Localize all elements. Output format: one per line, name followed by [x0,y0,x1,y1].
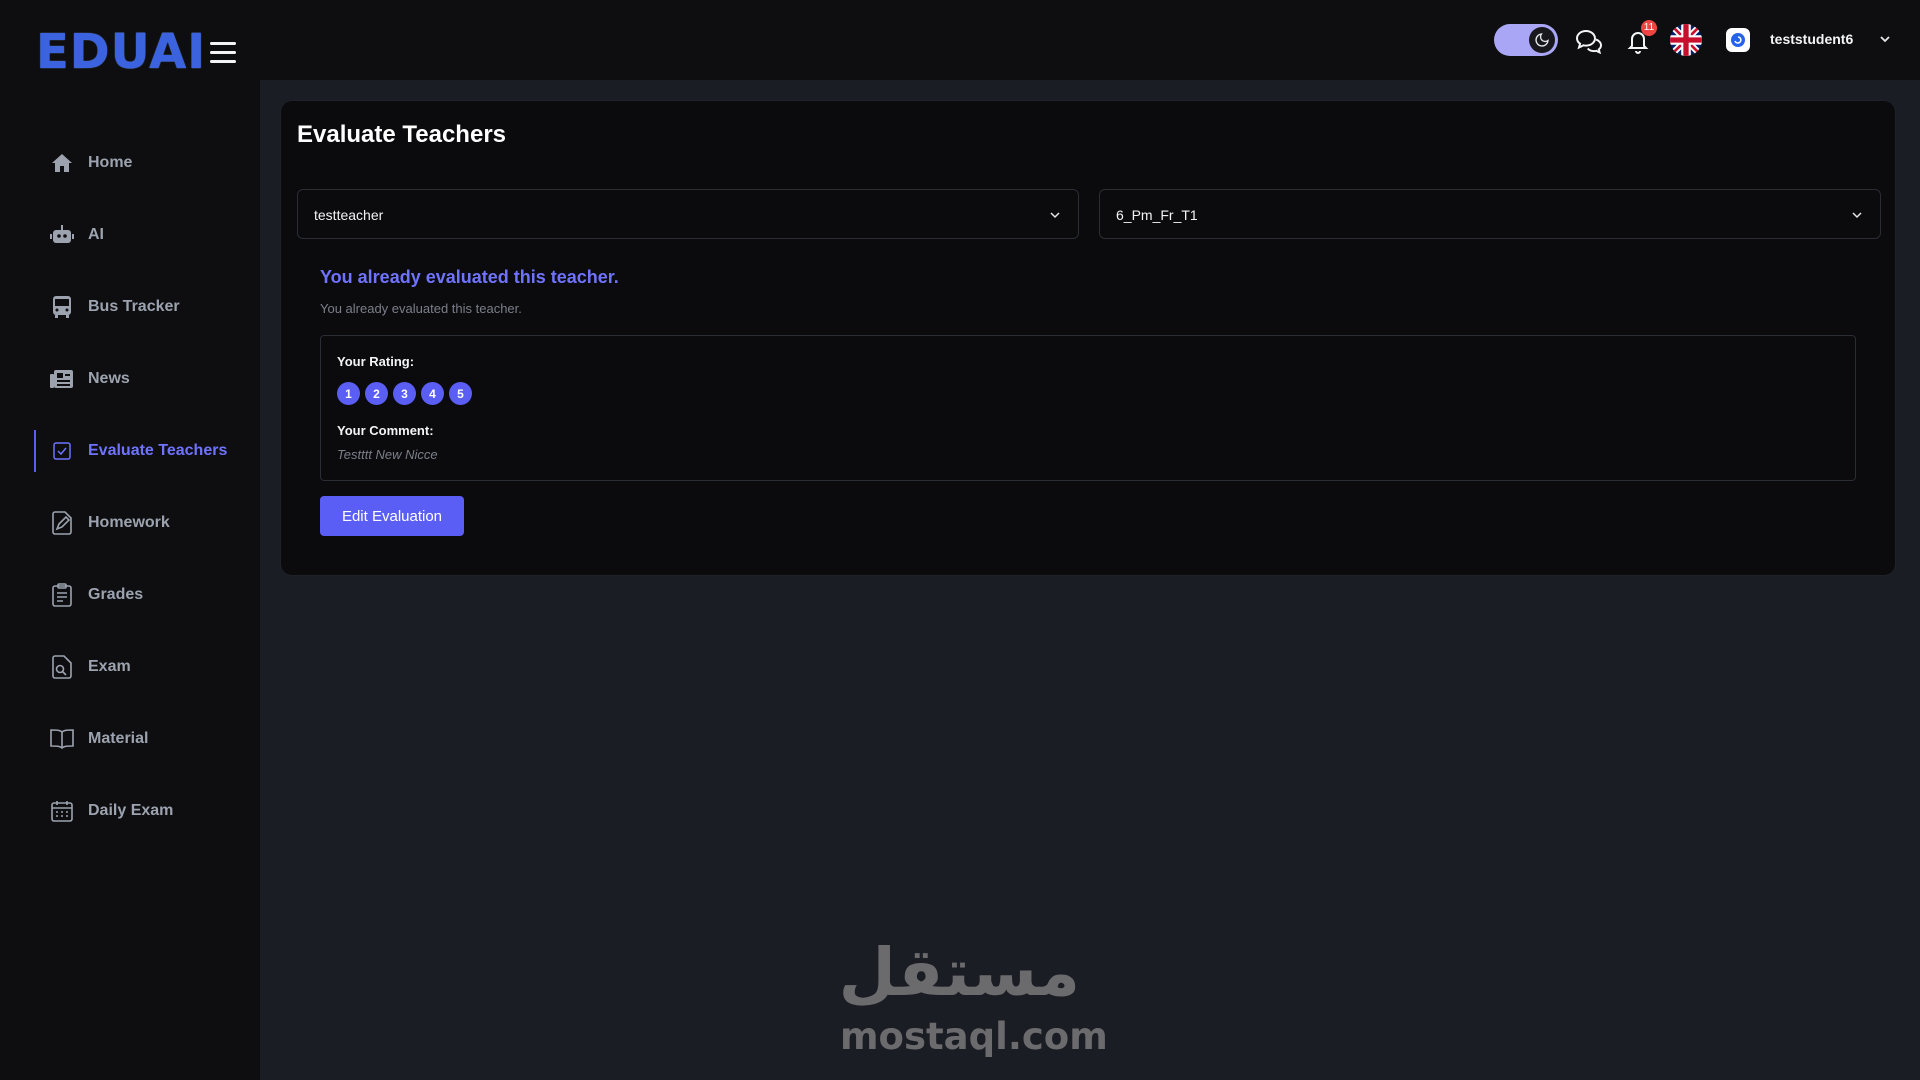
teacher-select-value: testteacher [314,207,384,223]
pen-document-icon [50,511,74,535]
sidebar-item-label: Evaluate Teachers [88,442,228,459]
rating-dot: 5 [449,382,472,405]
evaluation-summary: Your Rating: 1 2 3 4 5 Your Comment: Tes… [320,335,1856,481]
sidebar-item-material[interactable]: Material [34,718,244,760]
rating-dot: 1 [337,382,360,405]
sidebar-item-label: Home [88,154,133,171]
search-document-icon [50,655,74,679]
rating-dot: 4 [421,382,444,405]
chevron-down-icon[interactable] [1878,32,1892,51]
sidebar-item-bus-tracker[interactable]: Bus Tracker [34,286,244,328]
sidebar-item-label: Grades [88,586,144,603]
edit-evaluation-button[interactable]: Edit Evaluation [320,496,464,536]
theme-toggle[interactable] [1494,24,1558,56]
notification-badge: 11 [1641,20,1657,36]
sidebar: Home AI Bus Tracker News Evaluate Teache… [0,80,260,1080]
calendar-icon [50,799,74,823]
hamburger-icon[interactable] [210,42,236,64]
book-icon [50,727,74,751]
uk-flag-icon[interactable] [1670,24,1702,56]
teacher-select[interactable]: testteacher [297,189,1079,239]
notice-subtitle: You already evaluated this teacher. [320,301,522,316]
watermark-latin: mostaql.com [840,1015,1108,1058]
eduai-logo[interactable]: EDUAI [36,26,206,78]
checkbox-icon [50,439,74,463]
sidebar-item-label: News [88,370,130,387]
sidebar-item-grades[interactable]: Grades [34,574,244,616]
sidebar-item-homework[interactable]: Homework [34,502,244,544]
page-title: Evaluate Teachers [297,121,507,148]
class-select[interactable]: 6_Pm_Fr_T1 [1099,189,1881,239]
bell-icon[interactable]: 11 [1621,20,1657,58]
clipboard-icon [50,583,74,607]
newspaper-icon [50,367,74,391]
sidebar-item-evaluate-teachers[interactable]: Evaluate Teachers [34,430,244,472]
chat-icon[interactable] [1572,24,1606,58]
sidebar-item-daily-exam[interactable]: Daily Exam [34,790,244,832]
rating-dot: 2 [365,382,388,405]
comment-text: Testttt New Nicce [337,447,438,462]
sidebar-item-ai[interactable]: AI [34,214,244,256]
bus-icon [50,295,74,319]
rating-dot: 3 [393,382,416,405]
rating-display: 1 2 3 4 5 [337,382,472,405]
sidebar-item-label: Homework [88,514,170,531]
evaluate-teachers-card: Evaluate Teachers testteacher 6_Pm_Fr_T1… [280,100,1896,576]
sidebar-item-label: Material [88,730,149,747]
class-select-value: 6_Pm_Fr_T1 [1116,207,1198,223]
sidebar-item-label: Bus Tracker [88,298,180,315]
chevron-down-icon [1048,208,1062,227]
robot-icon [50,223,74,247]
sidebar-item-label: AI [88,226,104,243]
rating-label: Your Rating: [337,354,415,369]
watermark-arabic: مستقل [838,934,1080,1011]
sidebar-item-home[interactable]: Home [34,142,244,184]
sidebar-item-exam[interactable]: Exam [34,646,244,688]
sidebar-item-news[interactable]: News [34,358,244,400]
sidebar-item-label: Daily Exam [88,802,174,819]
top-bar: EDUAI 11 teststudent6 [0,0,1920,80]
avatar-icon[interactable] [1726,28,1750,52]
username[interactable]: teststudent6 [1770,31,1853,47]
notice-title: You already evaluated this teacher. [320,267,619,287]
comment-label: Your Comment: [337,423,434,438]
sidebar-item-label: Exam [88,658,131,675]
chevron-down-icon [1850,208,1864,227]
home-icon [50,151,74,175]
moon-icon [1529,27,1555,53]
